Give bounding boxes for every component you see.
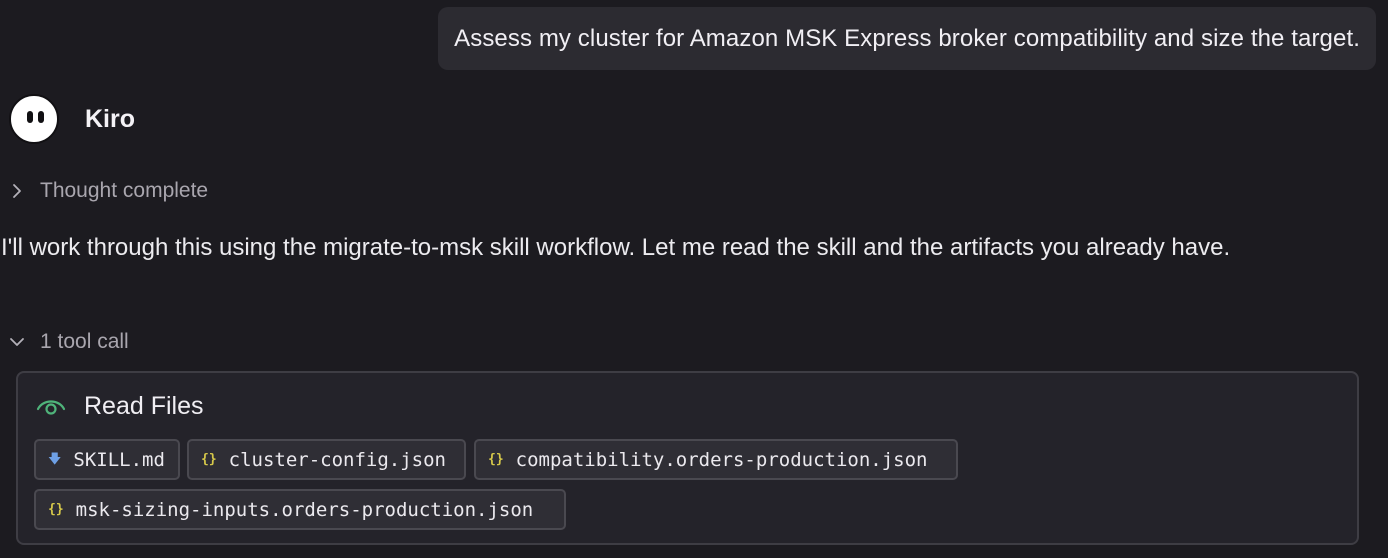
agent-header: Kiro	[9, 92, 135, 146]
eye-icon	[36, 400, 66, 415]
ghost-face-icon	[9, 94, 59, 144]
tool-card-header: Read Files	[36, 389, 204, 423]
agent-name: Kiro	[85, 104, 135, 133]
file-chip-label: cluster-config.json	[228, 448, 446, 471]
chat-view: Assess my cluster for Amazon MSK Express…	[0, 0, 1388, 558]
chevron-right-icon	[13, 184, 21, 198]
json-file-icon: {}	[201, 452, 217, 467]
agent-message-text: I'll work through this using the migrate…	[1, 234, 1231, 261]
file-chip-skill-md[interactable]: 🡇 SKILL.md	[34, 439, 180, 480]
thought-toggle[interactable]: Thought complete	[6, 176, 208, 206]
user-message-text: Assess my cluster for Amazon MSK Express…	[454, 24, 1360, 52]
file-chip-label: SKILL.md	[73, 448, 165, 471]
tool-calls-label: 1 tool call	[40, 330, 129, 353]
file-chip-compatibility[interactable]: {} compatibility.orders-production.json	[474, 439, 958, 480]
thought-label: Thought complete	[40, 179, 209, 202]
markdown-file-icon: 🡇	[48, 452, 62, 467]
read-files-card: Read Files 🡇 SKILL.md {} cluster-config.…	[16, 371, 1359, 545]
json-file-icon: {}	[48, 502, 64, 517]
file-chip-label: msk-sizing-inputs.orders-production.json	[75, 498, 534, 521]
chevron-down-icon	[10, 338, 24, 346]
tool-card-title: Read Files	[84, 391, 204, 420]
tool-calls-toggle[interactable]: 1 tool call	[6, 327, 129, 357]
user-message-bubble: Assess my cluster for Amazon MSK Express…	[438, 7, 1376, 70]
file-chip-label: compatibility.orders-production.json	[515, 448, 928, 471]
file-chip-msk-sizing-inputs[interactable]: {} msk-sizing-inputs.orders-production.j…	[34, 489, 566, 530]
file-chip-cluster-config[interactable]: {} cluster-config.json	[187, 439, 466, 480]
json-file-icon: {}	[488, 452, 504, 467]
